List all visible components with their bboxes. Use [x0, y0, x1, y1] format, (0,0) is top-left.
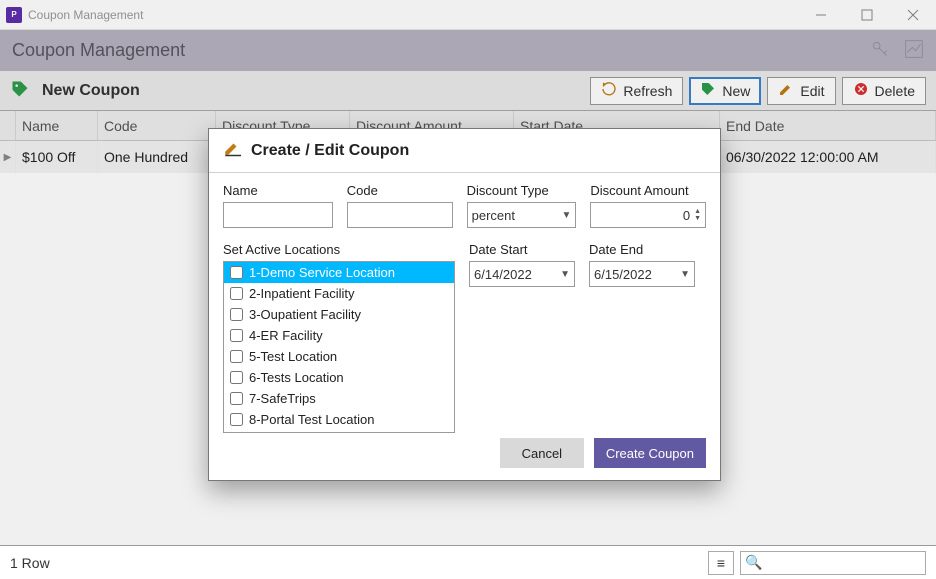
ribbon-header: Coupon Management [0, 30, 936, 71]
pencil-icon [778, 81, 794, 100]
code-input[interactable] [347, 202, 453, 228]
delete-label: Delete [875, 83, 915, 99]
date-start-input[interactable]: 6/14/2022 ▼ [469, 261, 575, 287]
location-checkbox[interactable] [230, 392, 243, 405]
location-label: 4-ER Facility [249, 328, 323, 343]
location-checkbox[interactable] [230, 287, 243, 300]
location-checkbox[interactable] [230, 308, 243, 321]
location-label: 8-Portal Test Location [249, 412, 375, 427]
discount-amount-value: 0 [683, 208, 690, 223]
pencil-icon [223, 139, 241, 162]
edit-label: Edit [800, 83, 824, 99]
location-item[interactable]: 6-Tests Location [224, 367, 454, 388]
location-item[interactable]: 7-SafeTrips [224, 388, 454, 409]
page-heading: Coupon Management [12, 40, 185, 61]
location-checkbox[interactable] [230, 266, 243, 279]
cell-code: One Hundred [98, 141, 216, 173]
page-title: New Coupon [42, 82, 140, 100]
location-checkbox[interactable] [230, 413, 243, 426]
location-label: 6-Tests Location [249, 370, 344, 385]
location-label: 1-Demo Service Location [249, 265, 395, 280]
hamburger-icon: ≡ [717, 555, 725, 571]
location-label: 5-Test Location [249, 349, 337, 364]
dialog-title-bar: Create / Edit Coupon [209, 129, 720, 173]
search-icon: 🔍 [745, 554, 762, 571]
delete-button[interactable]: Delete [842, 77, 926, 105]
label-amount: Discount Amount [590, 183, 706, 198]
chevron-down-icon: ▼ [561, 210, 571, 221]
tag-icon [10, 79, 30, 102]
col-header-code[interactable]: Code [98, 111, 216, 140]
name-input[interactable] [223, 202, 333, 228]
create-edit-coupon-dialog: Create / Edit Coupon Name Code Discount … [208, 128, 721, 481]
discount-type-value: percent [472, 208, 515, 223]
status-bar: 1 Row ≡ 🔍 [0, 545, 936, 579]
date-end-value: 6/15/2022 [594, 267, 652, 282]
location-checkbox[interactable] [230, 329, 243, 342]
col-header-name[interactable]: Name [16, 111, 98, 140]
label-date-start: Date Start [469, 242, 575, 257]
app-icon: P [6, 7, 22, 23]
new-button[interactable]: New [689, 77, 761, 105]
minimize-button[interactable] [798, 0, 844, 30]
row-indicator-icon: ▶ [0, 141, 16, 173]
window-title: Coupon Management [28, 8, 143, 22]
create-coupon-button[interactable]: Create Coupon [594, 438, 706, 468]
maximize-button[interactable] [844, 0, 890, 30]
toolbar: New Coupon Refresh New Edit Delete [0, 71, 936, 111]
menu-button[interactable]: ≡ [708, 551, 734, 575]
label-code: Code [347, 183, 453, 198]
close-button[interactable] [890, 0, 936, 30]
refresh-icon [601, 81, 617, 100]
location-checkbox[interactable] [230, 371, 243, 384]
cell-name: $100 Off [16, 141, 98, 173]
tag-new-icon [700, 81, 716, 100]
location-item[interactable]: 4-ER Facility [224, 325, 454, 346]
cancel-button[interactable]: Cancel [500, 438, 584, 468]
location-label: 2-Inpatient Facility [249, 286, 355, 301]
label-locations: Set Active Locations [223, 242, 455, 257]
locations-listbox[interactable]: 1-Demo Service Location 2-Inpatient Facil… [223, 261, 455, 433]
location-item[interactable]: 5-Test Location [224, 346, 454, 367]
spinner-icon[interactable]: ▲▼ [694, 208, 701, 222]
label-name: Name [223, 183, 333, 198]
row-selector-header [0, 111, 16, 140]
location-item[interactable]: 3-Oupatient Facility [224, 304, 454, 325]
discount-type-select[interactable]: percent ▼ [467, 202, 577, 228]
chart-icon[interactable] [904, 39, 924, 62]
edit-button[interactable]: Edit [767, 77, 835, 105]
titlebar: P Coupon Management [0, 0, 936, 30]
location-item[interactable]: 2-Inpatient Facility [224, 283, 454, 304]
dialog-title: Create / Edit Coupon [251, 142, 409, 160]
label-type: Discount Type [467, 183, 577, 198]
location-item[interactable]: 8-Portal Test Location [224, 409, 454, 430]
status-search-input[interactable]: 🔍 [740, 551, 926, 575]
new-label: New [722, 83, 750, 99]
keys-icon[interactable] [870, 39, 890, 62]
discount-amount-input[interactable]: 0 ▲▼ [590, 202, 706, 228]
chevron-down-icon: ▼ [680, 269, 690, 280]
refresh-button[interactable]: Refresh [590, 77, 683, 105]
date-start-value: 6/14/2022 [474, 267, 532, 282]
row-count-label: 1 Row [10, 555, 50, 571]
location-label: 7-SafeTrips [249, 391, 316, 406]
refresh-label: Refresh [623, 83, 672, 99]
delete-icon [853, 81, 869, 100]
label-date-end: Date End [589, 242, 695, 257]
chevron-down-icon: ▼ [560, 269, 570, 280]
cell-end: 06/30/2022 12:00:00 AM [720, 141, 936, 173]
location-label: 3-Oupatient Facility [249, 307, 361, 322]
window-controls [798, 0, 936, 30]
location-item[interactable]: 1-Demo Service Location [224, 262, 454, 283]
location-checkbox[interactable] [230, 350, 243, 363]
col-header-end[interactable]: End Date [720, 111, 936, 140]
date-end-input[interactable]: 6/15/2022 ▼ [589, 261, 695, 287]
